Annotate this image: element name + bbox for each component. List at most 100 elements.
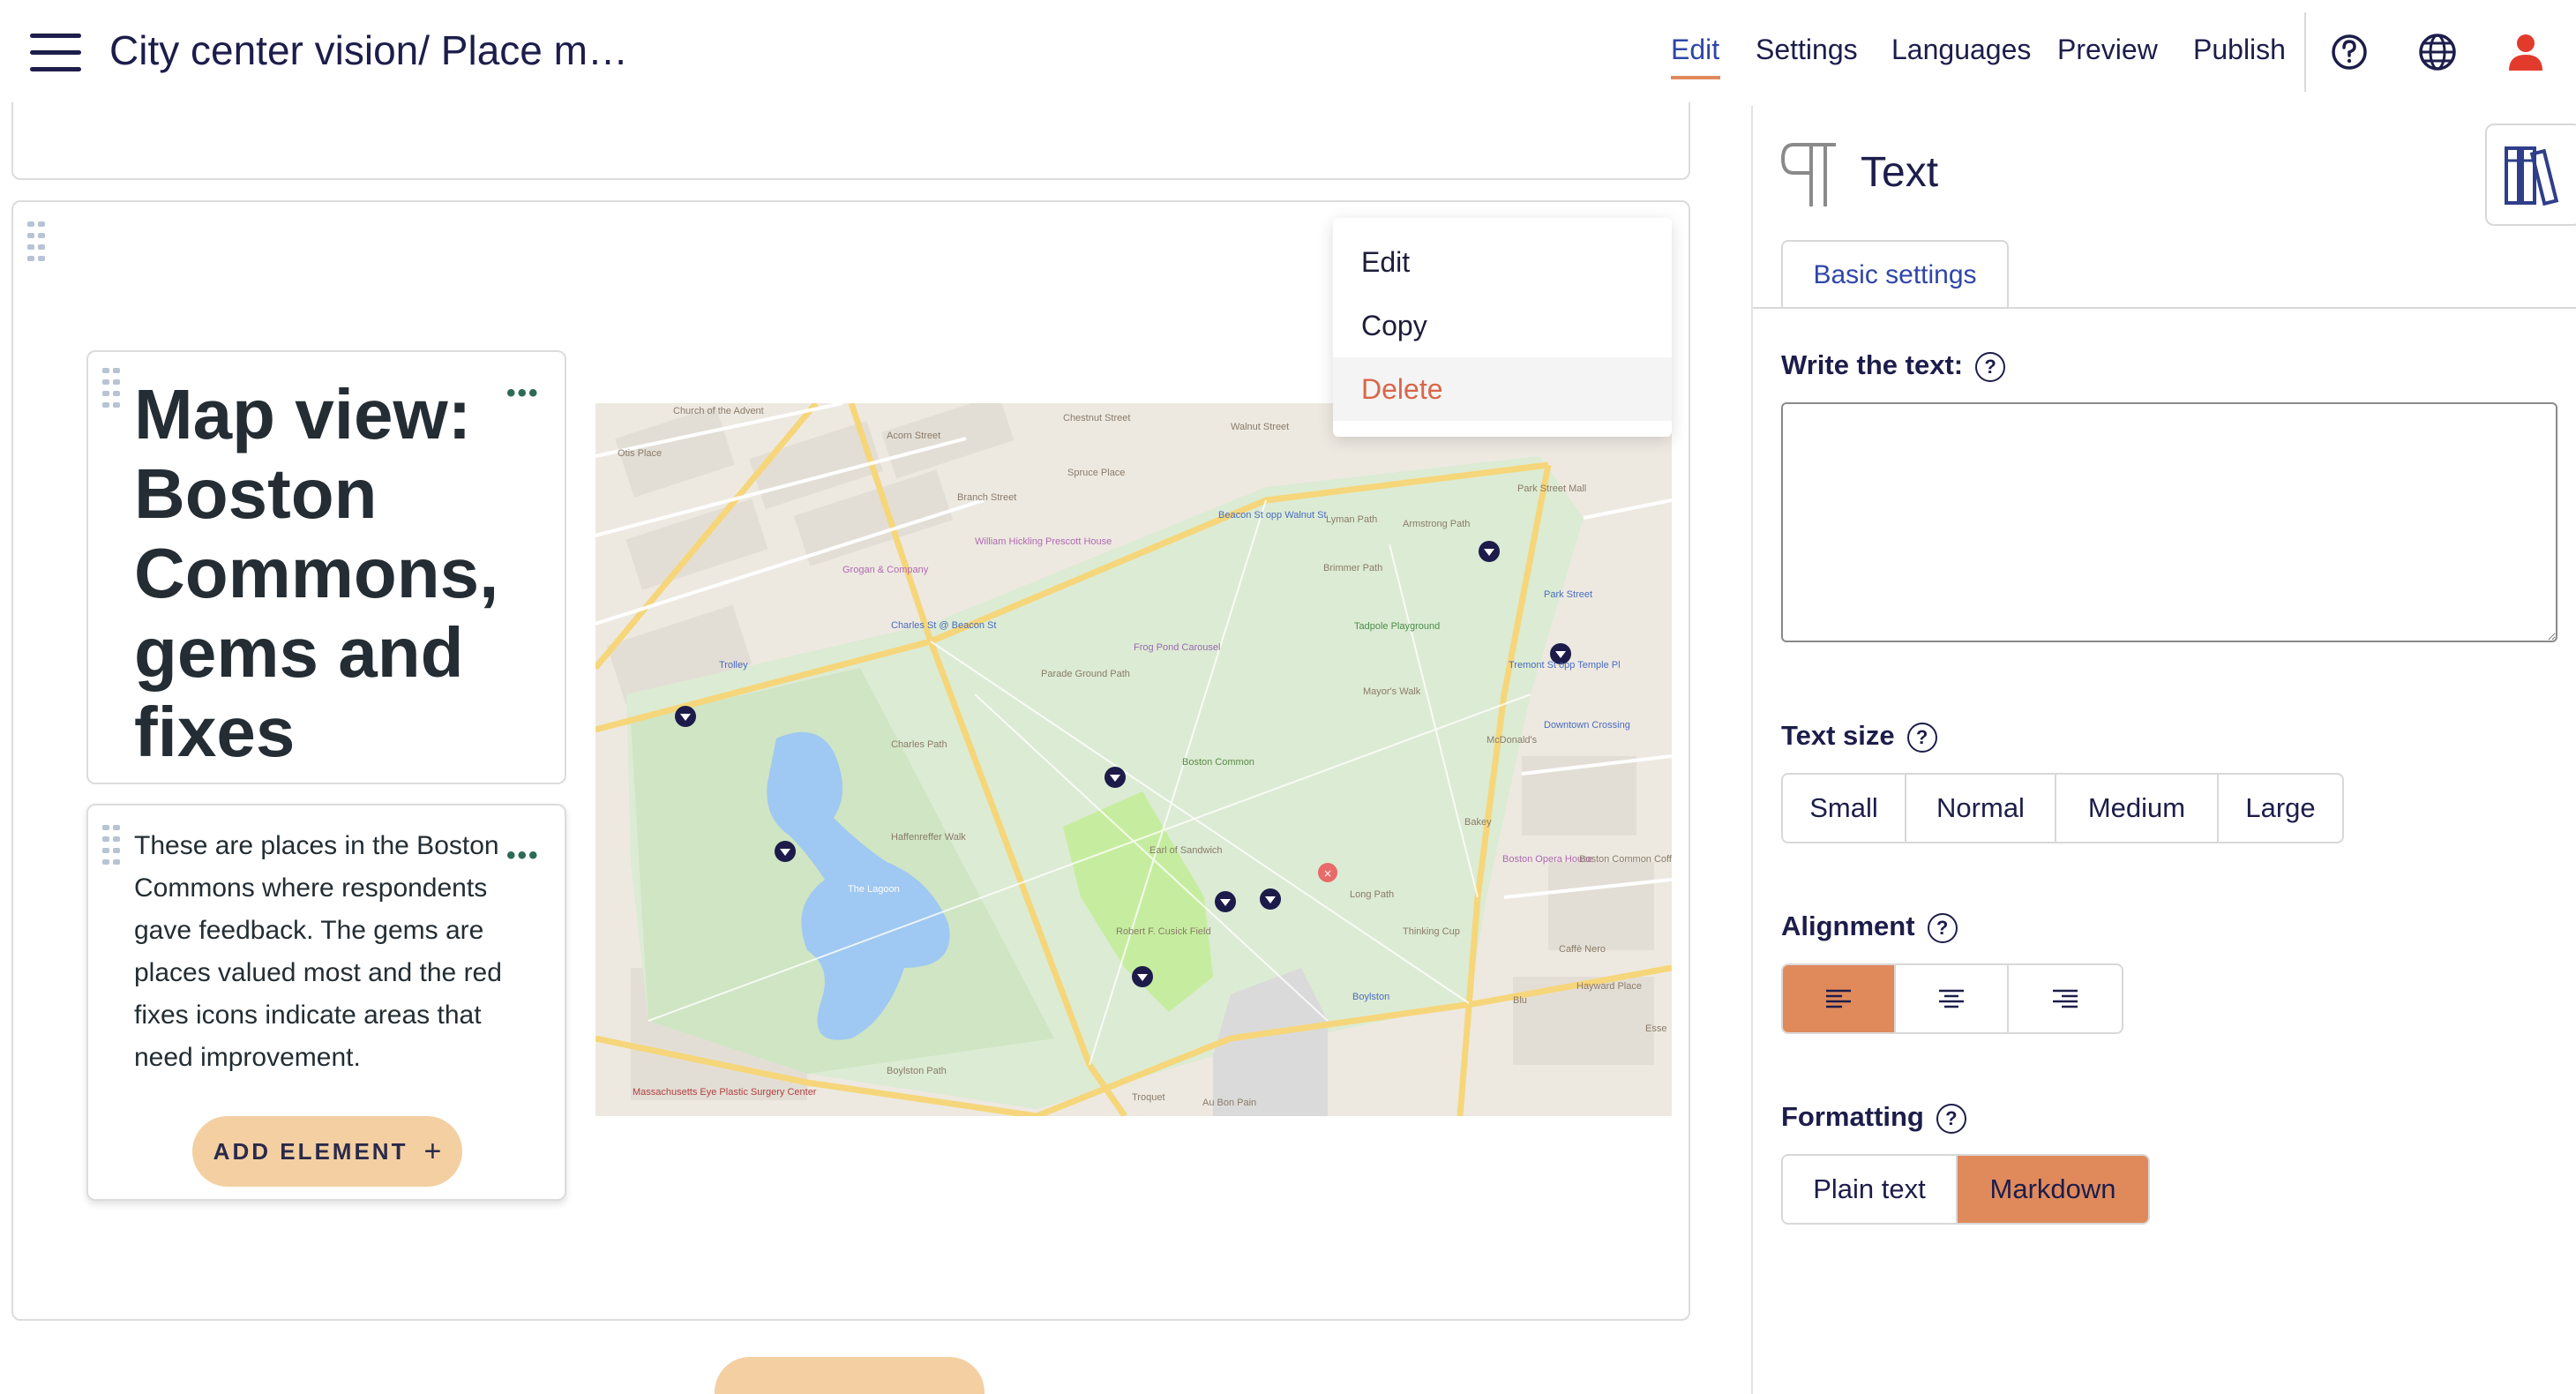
map-label: Boylston Path xyxy=(887,1066,947,1076)
text-size-normal[interactable]: Normal xyxy=(1906,775,2056,842)
text-size-medium[interactable]: Medium xyxy=(2056,775,2219,842)
heading-drag-handle[interactable] xyxy=(102,368,120,410)
nav-edit-underline xyxy=(1671,76,1720,79)
map-label: Park Street xyxy=(1544,589,1592,600)
align-left-icon xyxy=(1826,989,1851,1008)
alignment-label-text: Alignment xyxy=(1781,911,1915,941)
map-label: Troquet xyxy=(1132,1092,1165,1103)
map-label: Trolley xyxy=(719,660,748,671)
text-drag-handle[interactable] xyxy=(102,825,120,867)
map-label: Robert F. Cusick Field xyxy=(1116,926,1211,937)
help-icon[interactable]: ? xyxy=(1975,351,2006,382)
map-label: Frog Pond Carousel xyxy=(1134,642,1220,653)
map-label: Esse xyxy=(1645,1023,1666,1034)
map-label: Boylston xyxy=(1352,992,1389,1002)
map-label: Long Path xyxy=(1350,889,1394,900)
map-label: Grogan & Company xyxy=(842,565,929,575)
map-label: Church of the Advent xyxy=(673,406,764,416)
map-label: Tadpole Playground xyxy=(1354,621,1440,632)
map-label: Park Street Mall xyxy=(1517,483,1586,494)
nav-settings[interactable]: Settings xyxy=(1756,34,1858,66)
header-divider xyxy=(2304,12,2306,92)
section-drag-handle[interactable] xyxy=(27,221,45,264)
map-view[interactable]: × Church of the Advent Acorn Street Ches… xyxy=(595,403,1672,1116)
more-dots-icon[interactable]: ••• xyxy=(506,841,540,871)
tab-divider xyxy=(1753,307,2576,309)
globe-icon[interactable] xyxy=(2414,28,2461,76)
top-header: City center vision/ Place m… Edit Settin… xyxy=(0,0,2576,106)
map-label: Boston Common xyxy=(1182,757,1254,768)
nav-preview[interactable]: Preview xyxy=(2057,34,2158,66)
user-icon[interactable] xyxy=(2502,28,2550,76)
map-label: William Hickling Prescott House xyxy=(975,536,1112,547)
map-label: Thinking Cup xyxy=(1403,926,1460,937)
map-label: Lyman Path xyxy=(1326,514,1377,525)
text-element-body: These are places in the Boston Commons w… xyxy=(134,831,502,1072)
books-icon xyxy=(2505,146,2559,206)
map-label: The Lagoon xyxy=(848,884,900,895)
map-label: Charles St @ Beacon St xyxy=(891,620,996,631)
context-menu: Edit Copy Delete xyxy=(1333,218,1672,437)
help-circle-icon[interactable] xyxy=(2325,28,2373,76)
formatting-selector: Plain text Markdown xyxy=(1781,1154,2150,1225)
map-label: Acorn Street xyxy=(887,431,940,441)
text-size-large[interactable]: Large xyxy=(2219,775,2342,842)
map-label: Hayward Place xyxy=(1576,981,1642,992)
nav-languages[interactable]: Languages xyxy=(1891,34,2031,66)
text-size-selector: Small Normal Medium Large xyxy=(1781,773,2344,843)
formatting-label-text: Formatting xyxy=(1781,1101,1924,1132)
panel-title: Text xyxy=(1861,149,1939,196)
more-dots-icon[interactable]: ••• xyxy=(506,378,540,408)
text-input[interactable] xyxy=(1781,402,2557,642)
text-size-small[interactable]: Small xyxy=(1783,775,1906,842)
paragraph-icon xyxy=(1781,143,1836,206)
map-label: Blu xyxy=(1513,995,1527,1006)
map-label: Haffenreffer Walk xyxy=(891,832,966,843)
map-label: Downtown Crossing xyxy=(1544,720,1630,731)
map-label: Spruce Place xyxy=(1067,468,1125,478)
map-label: Caffè Nero xyxy=(1559,944,1606,955)
nav-edit[interactable]: Edit xyxy=(1671,34,1719,66)
map-label: Armstrong Path xyxy=(1403,519,1470,529)
heading-text: Map view: Boston Commons, gems and fixes xyxy=(134,375,499,771)
format-markdown[interactable]: Markdown xyxy=(1958,1156,2148,1223)
write-text-label-text: Write the text: xyxy=(1781,349,1964,380)
help-icon[interactable]: ? xyxy=(1906,722,1937,753)
alignment-selector xyxy=(1781,963,2123,1034)
help-icon[interactable]: ? xyxy=(1936,1103,1966,1134)
alignment-label: Alignment? xyxy=(1781,911,1958,943)
menu-icon[interactable] xyxy=(30,32,81,74)
text-size-label: Text size? xyxy=(1781,720,1937,753)
add-element-button[interactable]: ADD ELEMENT + xyxy=(192,1116,462,1187)
help-icon[interactable]: ? xyxy=(1927,912,1958,943)
map-canvas[interactable]: × Church of the Advent Acorn Street Ches… xyxy=(595,403,1672,1116)
project-title: City center vision/ Place m… xyxy=(109,27,628,73)
format-plain-text[interactable]: Plain text xyxy=(1783,1156,1958,1223)
map-label: Bakey xyxy=(1464,817,1492,828)
map-label: McDonald's xyxy=(1486,735,1538,746)
menu-item-copy[interactable]: Copy xyxy=(1333,294,1672,357)
map-label: Brimmer Path xyxy=(1323,563,1382,573)
svg-text:×: × xyxy=(1323,867,1332,880)
align-left-button[interactable] xyxy=(1783,965,1896,1032)
align-right-button[interactable] xyxy=(2009,965,2122,1032)
map-label: Charles Path xyxy=(891,739,947,750)
map-label: Au Bon Pain xyxy=(1202,1098,1256,1108)
add-element-button-partial[interactable] xyxy=(715,1357,985,1394)
align-center-button[interactable] xyxy=(1896,965,2009,1032)
map-label: Chestnut Street xyxy=(1063,413,1130,423)
previous-section-card xyxy=(11,102,1690,180)
heading-element-card[interactable]: Map view: Boston Commons, gems and fixes… xyxy=(86,350,566,784)
menu-item-delete[interactable]: Delete xyxy=(1333,357,1672,421)
write-text-label: Write the text:? xyxy=(1781,349,2006,382)
library-button[interactable] xyxy=(2485,124,2576,226)
menu-item-edit[interactable]: Edit xyxy=(1333,230,1672,294)
editor-canvas: Map view: Boston Commons, gems and fixes… xyxy=(0,102,1751,1394)
align-right-icon xyxy=(2053,989,2078,1008)
map-label: Beacon St opp Walnut St xyxy=(1218,510,1327,521)
settings-panel: Text Basic settings Write the text:? Tex… xyxy=(1753,106,2576,1394)
nav-publish[interactable]: Publish xyxy=(2193,34,2286,66)
map-label: Tremont St opp Temple Pl xyxy=(1509,660,1621,671)
map-label: Parade Ground Path xyxy=(1041,669,1130,679)
tab-basic-settings[interactable]: Basic settings xyxy=(1781,240,2009,309)
